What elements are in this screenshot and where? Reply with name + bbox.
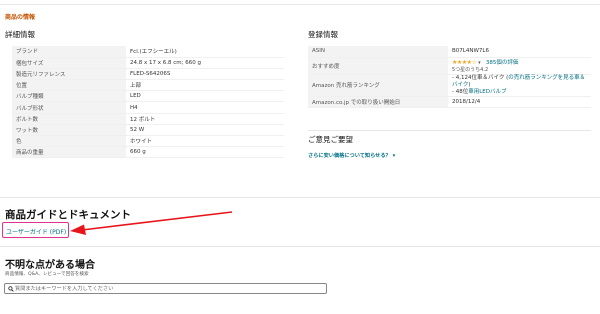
qa-subtitle: 商品情報、Q&A、レビューで回答を検索 [5,272,89,277]
qa-search-box[interactable] [4,283,327,294]
qa-divider [0,246,600,247]
qa-title: 不明な点がある場合 [5,260,95,271]
qa-search-input[interactable] [15,284,320,293]
search-icon [8,286,14,292]
